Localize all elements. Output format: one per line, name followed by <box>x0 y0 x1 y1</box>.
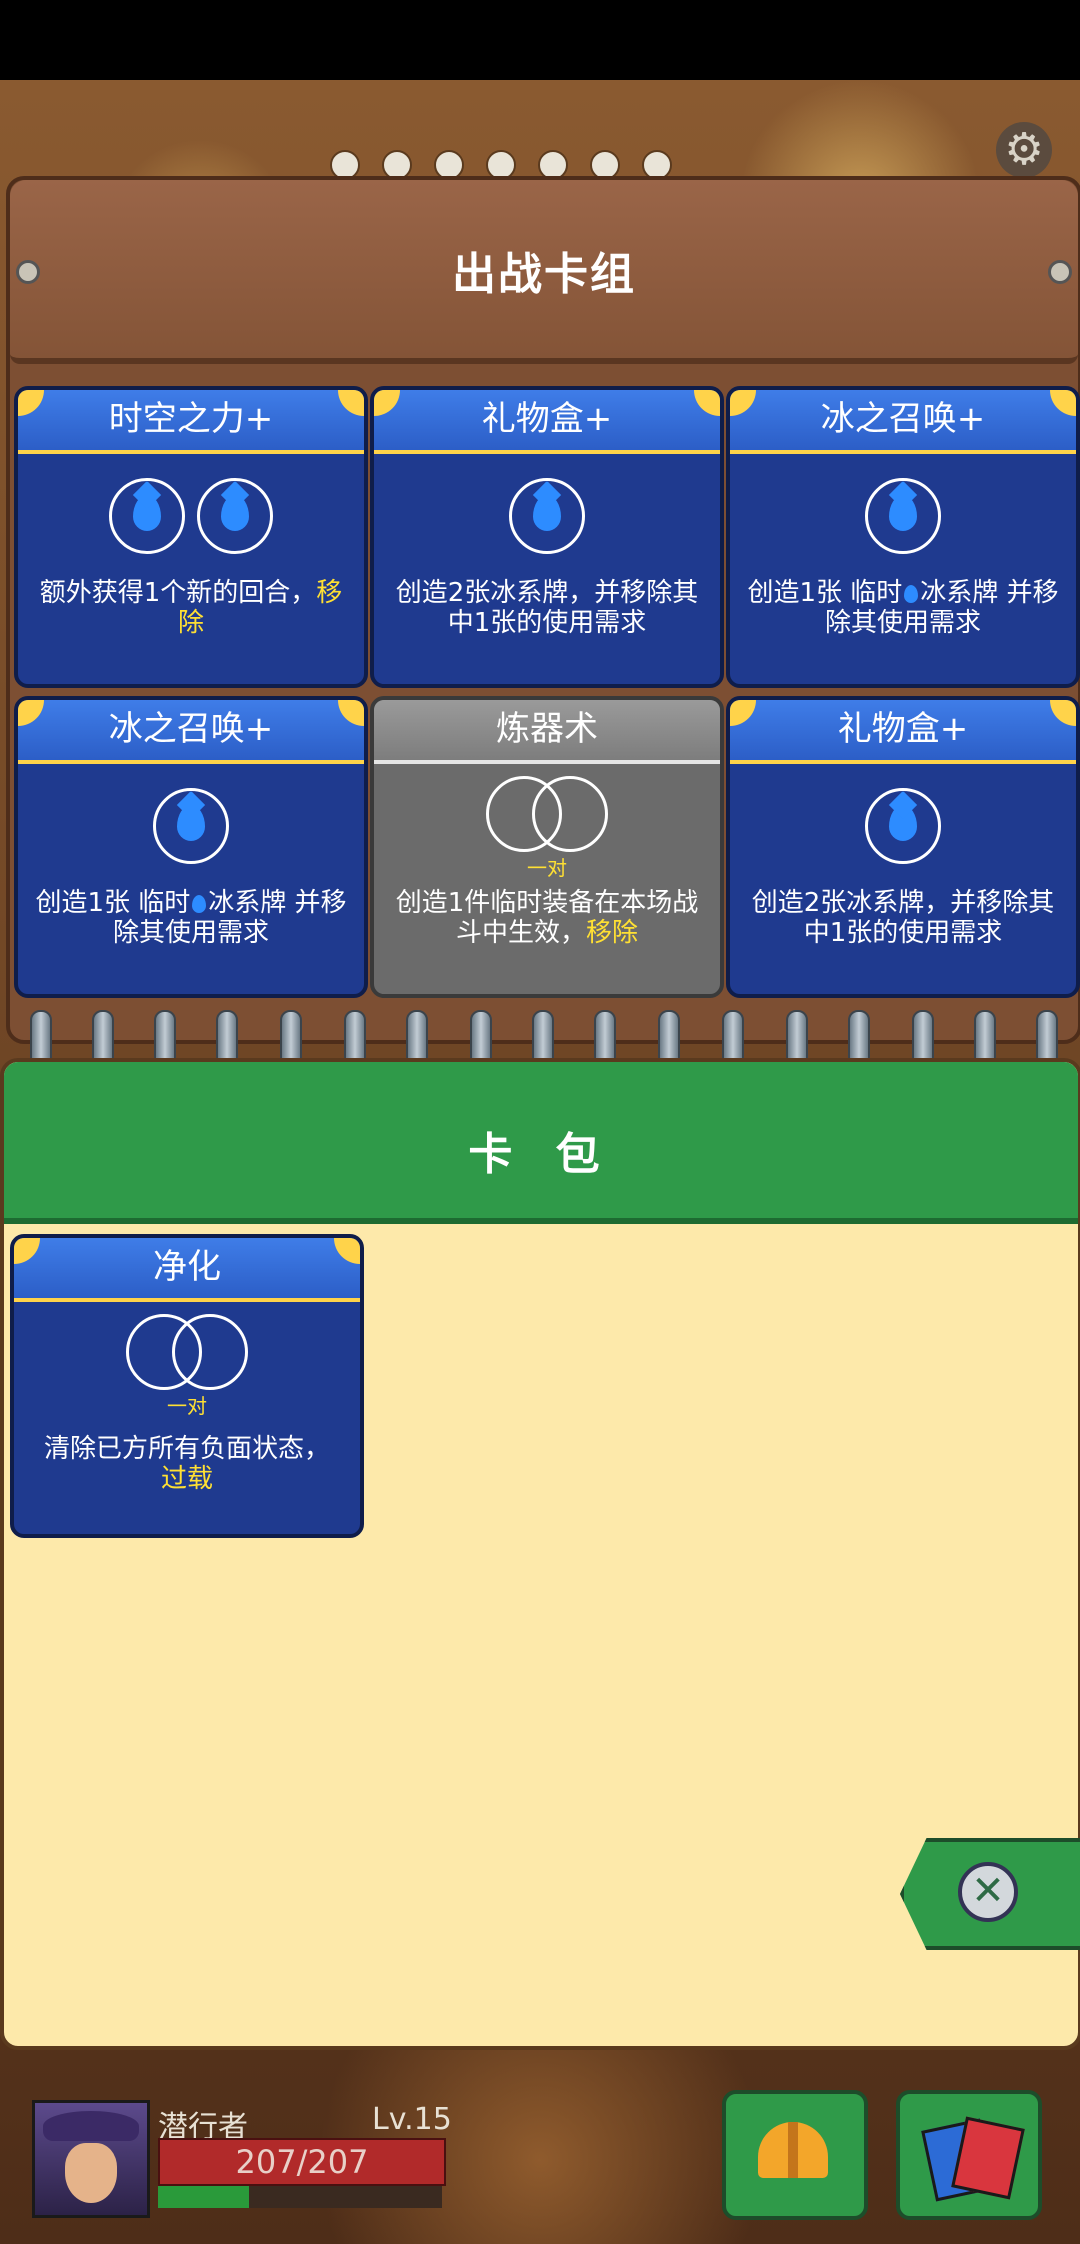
water-drop-icon <box>192 895 207 913</box>
card-description: 创造2张冰系牌，并移除其中1张的使用需求 <box>395 578 699 638</box>
helmet-icon <box>758 2122 828 2178</box>
card-description: 创造1件临时装备在本场战斗中生效，移除 <box>395 888 699 948</box>
xp-bar <box>158 2186 442 2208</box>
card-cost <box>18 478 364 554</box>
water-drop-icon <box>533 495 561 531</box>
card-name: 炼器术 <box>374 700 720 764</box>
card-cost <box>730 788 1076 864</box>
card-description: 创造1张 临时 冰系牌 并移除其使用需求 <box>747 578 1059 638</box>
card-cost: 一对 <box>14 1314 360 1418</box>
equipment-button[interactable] <box>722 2090 868 2220</box>
avatar[interactable] <box>32 2100 150 2218</box>
status-bar <box>0 0 1080 80</box>
gear-icon[interactable]: ⚙ <box>996 122 1052 178</box>
deck-card[interactable]: 炼器术 一对 创造1件临时装备在本场战斗中生效，移除 <box>370 696 724 998</box>
card-name: 时空之力+ <box>18 390 364 454</box>
deck-card[interactable]: 礼物盒+ 创造2张冰系牌，并移除其中1张的使用需求 <box>370 386 724 688</box>
card-name: 礼物盒+ <box>374 390 720 454</box>
deck-card[interactable]: 冰之召唤+ 创造1张 临时 冰系牌 并移除其使用需求 <box>726 386 1080 688</box>
water-drop-icon <box>177 805 205 841</box>
close-icon[interactable]: ✕ <box>958 1862 1018 1922</box>
card-name: 净化 <box>14 1238 360 1302</box>
card-description: 清除已方所有负面状态， 过载 <box>43 1434 330 1494</box>
pack-header: 卡 包 <box>4 1062 1078 1224</box>
water-drop-icon <box>904 585 919 603</box>
card-name: 冰之召唤+ <box>730 390 1076 454</box>
player-hud: 潜行者 Lv.15 207/207 <box>0 2050 1080 2244</box>
deck-title: 出战卡组 <box>452 249 636 300</box>
hp-bar: 207/207 <box>158 2138 446 2186</box>
water-drop-icon <box>889 805 917 841</box>
card-name: 冰之召唤+ <box>18 700 364 764</box>
card-keyword: 过载 <box>160 1464 213 1494</box>
player-level: Lv.15 <box>372 2102 452 2137</box>
card-name: 礼物盒+ <box>730 700 1076 764</box>
card-keyword: 移除 <box>586 918 639 948</box>
card-description: 额外获得1个新的回合，移除 <box>39 578 343 638</box>
pack-title: 卡 包 <box>468 1129 614 1180</box>
deck-card[interactable]: 礼物盒+ 创造2张冰系牌，并移除其中1张的使用需求 <box>726 696 1080 998</box>
water-drop-icon <box>889 495 917 531</box>
deck-card[interactable]: 冰之召唤+ 创造1张 临时 冰系牌 并移除其使用需求 <box>14 696 368 998</box>
water-drop-icon <box>133 495 161 531</box>
pair-label: 一对 <box>527 856 567 880</box>
pair-label: 一对 <box>167 1394 207 1418</box>
card-cost <box>730 478 1076 554</box>
deck-card[interactable]: 时空之力+ 额外获得1个新的回合，移除 <box>14 386 368 688</box>
deck-header: 出战卡组 <box>10 180 1078 364</box>
card-description: 创造1张 临时 冰系牌 并移除其使用需求 <box>35 888 347 948</box>
cards-button[interactable] <box>896 2090 1042 2220</box>
deck-panel: 出战卡组 时空之力+ 额外获得1个新的回合，移除 礼物盒+ 创造2张冰系牌，并移… <box>6 176 1080 1044</box>
card-cost: 一对 <box>374 776 720 880</box>
card-cost <box>374 478 720 554</box>
pack-card[interactable]: 净化 一对 清除已方所有负面状态， 过载 <box>10 1234 364 1538</box>
card-description: 创造2张冰系牌，并移除其中1张的使用需求 <box>751 888 1055 948</box>
card-cost <box>18 788 364 864</box>
water-drop-icon <box>221 495 249 531</box>
